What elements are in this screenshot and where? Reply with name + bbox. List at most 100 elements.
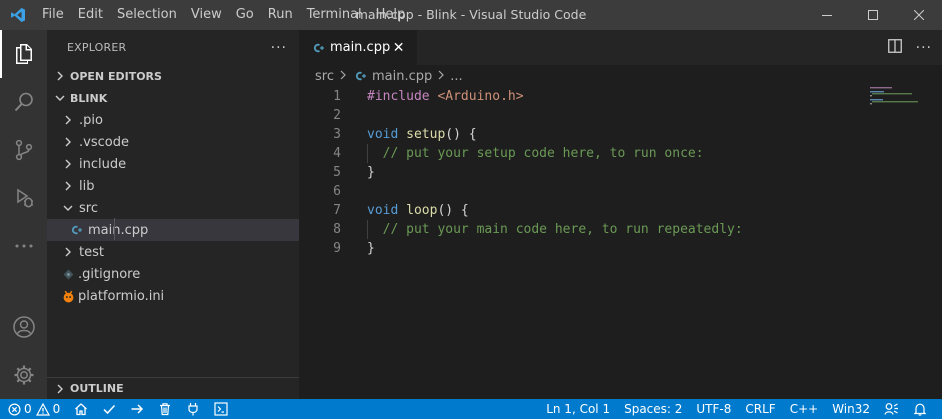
- workspace-section[interactable]: BLINK: [47, 87, 299, 109]
- breadcrumb-symbol[interactable]: ...: [450, 69, 462, 84]
- trash-icon: [160, 403, 171, 416]
- chevron-right-icon: [52, 71, 68, 81]
- split-editor-icon[interactable]: [887, 38, 902, 57]
- chevron-down-icon: [60, 203, 76, 213]
- platformio-file-icon: [60, 290, 76, 303]
- tree-item-include[interactable]: include: [47, 153, 299, 175]
- account-icon: [12, 316, 35, 338]
- tree-item-label: .vscode: [79, 134, 129, 150]
- tree-item-vscode[interactable]: .vscode: [47, 131, 299, 153]
- chevron-right-icon: [60, 137, 76, 147]
- plug-icon: [188, 403, 198, 416]
- line-number: 7: [333, 203, 341, 218]
- minimap[interactable]: [868, 86, 928, 116]
- menu-go[interactable]: Go: [229, 0, 261, 30]
- menu-help[interactable]: Help: [369, 0, 413, 30]
- editor-group: main.cpp ✕ ··· src main.cpp ... 1 #inclu…: [299, 30, 942, 399]
- pio-clean-button[interactable]: [151, 399, 179, 419]
- pio-build-button[interactable]: [95, 399, 123, 419]
- outline-header[interactable]: OUTLINE: [47, 378, 299, 399]
- tree-item-label: .pio: [79, 112, 103, 128]
- tree-item-label: src: [79, 200, 98, 216]
- close-window-button[interactable]: [896, 0, 942, 30]
- cpp-file-icon: [311, 42, 326, 54]
- line-text: }: [367, 241, 375, 256]
- explorer-button[interactable]: [0, 30, 47, 78]
- indent-guide: [367, 144, 368, 163]
- tree-item-test[interactable]: test: [47, 241, 299, 263]
- files-icon: [15, 44, 32, 64]
- menu-view[interactable]: View: [184, 0, 229, 30]
- close-tab-icon[interactable]: ✕: [390, 40, 407, 56]
- chevron-right-icon: [60, 181, 76, 191]
- indentation-setting[interactable]: Spaces: 2: [617, 399, 689, 419]
- menu-run[interactable]: Run: [261, 0, 300, 30]
- line-number: 1: [333, 89, 341, 104]
- menu-terminal[interactable]: Terminal: [300, 0, 369, 30]
- tree-item-lib[interactable]: lib: [47, 175, 299, 197]
- tree-item-label: test: [79, 244, 104, 260]
- run-debug-button[interactable]: [0, 174, 47, 222]
- cursor-position[interactable]: Ln 1, Col 1: [539, 399, 617, 419]
- search-icon: [14, 92, 33, 112]
- code-line: 2: [299, 106, 942, 125]
- code-line: 6: [299, 182, 942, 201]
- vscode-logo-icon[interactable]: [0, 0, 35, 30]
- breadcrumb-file[interactable]: main.cpp: [372, 69, 432, 84]
- problems-indicator[interactable]: 0 0: [6, 399, 67, 419]
- encoding-setting[interactable]: UTF-8: [689, 399, 738, 419]
- more-icon: [15, 244, 32, 248]
- source-control-icon: [15, 139, 32, 161]
- breadcrumb-folder[interactable]: src: [315, 69, 334, 84]
- editor-tabs: main.cpp ✕ ···: [299, 30, 942, 65]
- search-view-button[interactable]: [0, 78, 47, 126]
- error-count: 0: [24, 402, 32, 416]
- tree-item-pio[interactable]: .pio: [47, 109, 299, 131]
- editor-more-actions-icon[interactable]: ···: [916, 40, 932, 56]
- status-bar-left: 0 0: [0, 399, 235, 419]
- tree-item-gitignore[interactable]: .gitignore: [47, 263, 299, 285]
- tab-main-cpp[interactable]: main.cpp ✕: [299, 30, 417, 65]
- accounts-button[interactable]: [0, 303, 47, 351]
- tree-item-platformio-ini[interactable]: platformio.ini: [47, 285, 299, 307]
- menu-edit[interactable]: Edit: [71, 0, 110, 30]
- menu-selection[interactable]: Selection: [110, 0, 184, 30]
- tree-item-label: platformio.ini: [78, 288, 165, 304]
- gear-icon: [14, 365, 33, 385]
- chevron-right-icon: [60, 115, 76, 125]
- pio-home-button[interactable]: [67, 399, 95, 419]
- notifications-button[interactable]: [906, 399, 934, 419]
- line-text: }: [367, 165, 375, 180]
- tree-item-main-cpp[interactable]: main.cpp: [47, 219, 299, 241]
- pio-terminal-button[interactable]: [207, 399, 235, 419]
- warning-icon: [35, 402, 50, 416]
- cpp-file-icon: [68, 224, 84, 236]
- feedback-button[interactable]: [877, 399, 906, 419]
- pio-test-button[interactable]: [179, 399, 207, 419]
- platform-indicator[interactable]: Win32: [825, 399, 877, 419]
- open-editors-section[interactable]: OPEN EDITORS: [47, 65, 299, 87]
- line-number: 4: [333, 146, 341, 161]
- maximize-button[interactable]: [850, 0, 896, 30]
- activity-bar: [0, 30, 47, 399]
- tab-label: main.cpp: [329, 40, 391, 55]
- more-actions-icon[interactable]: ···: [271, 40, 287, 56]
- eol-setting[interactable]: CRLF: [738, 399, 782, 419]
- minimize-button[interactable]: [804, 0, 850, 30]
- outline-section[interactable]: OUTLINE: [47, 377, 299, 399]
- code-editor[interactable]: 1 #include <Arduino.h> 2 3 void setup() …: [299, 87, 942, 258]
- arrow-right-icon: [131, 404, 144, 414]
- menu-file[interactable]: File: [35, 0, 71, 30]
- bell-icon: [913, 403, 927, 416]
- pio-upload-button[interactable]: [123, 399, 151, 419]
- debug-icon: [16, 188, 33, 208]
- home-icon: [75, 403, 88, 416]
- code-line: 5 }: [299, 163, 942, 182]
- more-views-button[interactable]: [0, 222, 47, 270]
- source-control-button[interactable]: [0, 126, 47, 174]
- manage-button[interactable]: [0, 351, 47, 399]
- tree-item-label: .gitignore: [78, 266, 141, 282]
- language-mode[interactable]: C++: [783, 399, 826, 419]
- tree-item-src[interactable]: src: [47, 197, 299, 219]
- close-icon: [914, 10, 924, 20]
